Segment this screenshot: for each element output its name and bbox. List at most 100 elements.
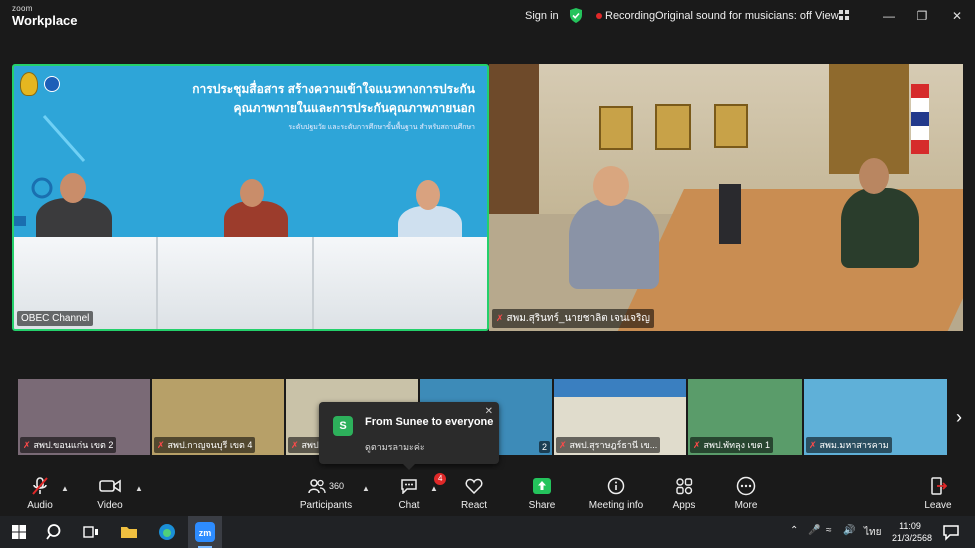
audio-options-caret-icon[interactable]: ▲ <box>61 484 69 493</box>
volume-icon[interactable]: 🔊 <box>843 525 855 536</box>
participant-name: สพม.สุรินทร์_นายชาลิต เจนเจริญ <box>506 313 650 324</box>
presenter-1-head <box>60 173 86 203</box>
thumbnail-tile[interactable]: ✗ สพป.กาญจนบุรี เขต 4 <box>152 379 284 455</box>
apps-icon <box>676 478 693 495</box>
thumbnail-name: สพป.พัทลุง เขต 1 <box>703 440 771 450</box>
search-icon[interactable] <box>46 523 64 541</box>
participant-woman-left <box>569 199 659 289</box>
leave-button[interactable]: Leave <box>910 476 966 511</box>
chat-message-text: ดูตามรลามะค่ะ <box>365 442 425 452</box>
thumbnail-tile[interactable]: ✗ สพป.สุราษฎร์ธานี เข... <box>554 379 686 455</box>
recording-status[interactable]: Recording <box>605 10 655 22</box>
participants-options-caret-icon[interactable]: ▲ <box>362 484 370 493</box>
muted-mic-icon: ✗ <box>496 313 504 323</box>
participants-count: 360 <box>328 481 345 491</box>
portrait-frame-2 <box>655 104 691 150</box>
muted-mic-icon: ✗ <box>693 440 701 450</box>
zoom-workplace-logo: zoom Workplace <box>12 4 78 28</box>
muted-mic-icon: ✗ <box>809 440 817 450</box>
participants-label: Participants <box>299 500 353 511</box>
thumbnail-tile[interactable]: ✗ สพป.ขอนแก่น เขต 2 <box>18 379 150 455</box>
participant-name-tag: OBEC Channel <box>17 311 94 326</box>
thumbnail-tile[interactable]: ✗ สพป.พัทลุง เขต 1 <box>688 379 802 455</box>
video-camera-icon <box>99 479 121 493</box>
logo-workplace-text: Workplace <box>12 13 78 28</box>
tray-microphone-icon[interactable]: 🎤 <box>808 525 820 536</box>
encryption-shield-icon[interactable] <box>569 8 583 23</box>
recording-dot-icon <box>596 13 602 19</box>
share-label: Share <box>528 500 556 511</box>
file-explorer-icon[interactable] <box>120 523 138 541</box>
close-icon[interactable]: ✕ <box>485 406 493 417</box>
thumbnail-name: สพป.กาญจนบุรี เขต 4 <box>167 440 253 450</box>
task-view-icon[interactable] <box>82 523 100 541</box>
more-button[interactable]: More <box>718 476 774 511</box>
tray-overflow-chevron-icon[interactable]: ⌃ <box>790 525 798 536</box>
minimize-icon[interactable]: — <box>881 8 897 24</box>
audio-label: Audio <box>27 500 53 511</box>
audio-button[interactable]: Audio <box>12 476 68 511</box>
meeting-info-button[interactable]: Meeting info <box>588 476 644 511</box>
sign-in-link[interactable]: Sign in <box>525 10 559 22</box>
thumbnail-name: สพม.มหาสารคาม <box>819 440 889 450</box>
close-icon[interactable]: ✕ <box>949 8 965 24</box>
muted-mic-icon: ✗ <box>23 440 31 450</box>
sender-avatar: S <box>333 416 353 436</box>
participant-woman-right-head <box>859 158 889 194</box>
zoom-taskbar-button[interactable]: zm <box>188 516 222 548</box>
thumbnail-tile[interactable]: ✗ สพม.มหาสารคาม <box>804 379 947 455</box>
chat-sender-line: From Sunee to everyone <box>365 416 494 428</box>
react-label: React <box>460 500 488 511</box>
windows-start-icon[interactable] <box>10 523 28 541</box>
wifi-icon[interactable]: ≈ <box>826 525 832 536</box>
video-options-caret-icon[interactable]: ▲ <box>135 484 143 493</box>
chat-bubble-icon <box>401 479 417 494</box>
leave-label: Leave <box>924 500 952 511</box>
video-label: Video <box>97 500 123 511</box>
more-options-icon <box>736 476 756 496</box>
clock-date: 21/3/2568 <box>892 533 933 543</box>
participant-woman-left-head <box>593 166 629 206</box>
svg-text:zm: zm <box>199 528 212 538</box>
wood-panel <box>489 64 539 214</box>
meeting-info-label: Meeting info <box>588 500 644 511</box>
portrait-frame-1 <box>599 106 633 150</box>
video-tile-surin[interactable]: ✗ สพม.สุรินทร์_นายชาลิต เจนเจริญ <box>489 64 963 331</box>
participants-icon <box>308 479 326 494</box>
title-bar: zoom Workplace Sign in Recording Origina… <box>0 0 975 32</box>
thumbnail-name: สพป.ขอนแก่น เขต 2 <box>33 440 114 450</box>
participants-button[interactable]: 360 Participants <box>296 476 356 511</box>
video-tile-obec-channel[interactable]: การประชุมสื่อสาร สร้างความเข้าใจแนวทางกา… <box>12 64 489 331</box>
portrait-frame-3 <box>714 104 748 148</box>
logo-zoom-text: zoom <box>12 4 33 13</box>
restore-icon[interactable]: ❐ <box>914 8 930 24</box>
muted-mic-icon: ✗ <box>559 440 567 450</box>
original-sound-status[interactable]: Original sound for musicians: off <box>655 10 812 22</box>
grid-view-icon[interactable] <box>839 10 849 20</box>
more-label: More <box>734 500 758 511</box>
react-button[interactable]: React <box>446 476 502 511</box>
monitor <box>719 184 741 244</box>
system-clock[interactable]: 11:09 21/3/2568 <box>892 520 933 544</box>
chat-notification-popup[interactable]: S From Sunee to everyone ดูตามรลามะค่ะ ✕ <box>319 402 499 470</box>
leave-door-icon <box>931 477 947 495</box>
muted-microphone-icon <box>32 477 48 495</box>
chat-button[interactable]: 4 Chat <box>381 473 447 511</box>
meeting-toolbar: Audio ▲ Video ▲ 360 Participants ▲ 4 Cha… <box>0 470 975 516</box>
windows-taskbar: zm ⌃ 🎤 ≈ 🔊 ไทย 11:09 21/3/2568 <box>0 516 975 548</box>
chat-options-caret-icon[interactable]: ▲ <box>430 484 438 493</box>
presenter-3-head <box>416 180 440 210</box>
clock-time: 11:09 <box>899 521 921 531</box>
chat-label: Chat <box>398 500 420 511</box>
view-button[interactable]: View <box>815 10 839 22</box>
next-page-chevron-icon[interactable]: › <box>956 407 962 428</box>
notifications-icon[interactable] <box>942 523 960 541</box>
presenter-2-head <box>240 179 264 207</box>
muted-mic-icon: ✗ <box>157 440 165 450</box>
apps-button[interactable]: Apps <box>656 476 712 511</box>
apps-label: Apps <box>672 500 696 511</box>
edge-browser-icon[interactable] <box>158 523 176 541</box>
video-button[interactable]: Video <box>82 476 138 511</box>
input-language[interactable]: ไทย <box>864 525 881 540</box>
share-button[interactable]: Share <box>514 476 570 511</box>
